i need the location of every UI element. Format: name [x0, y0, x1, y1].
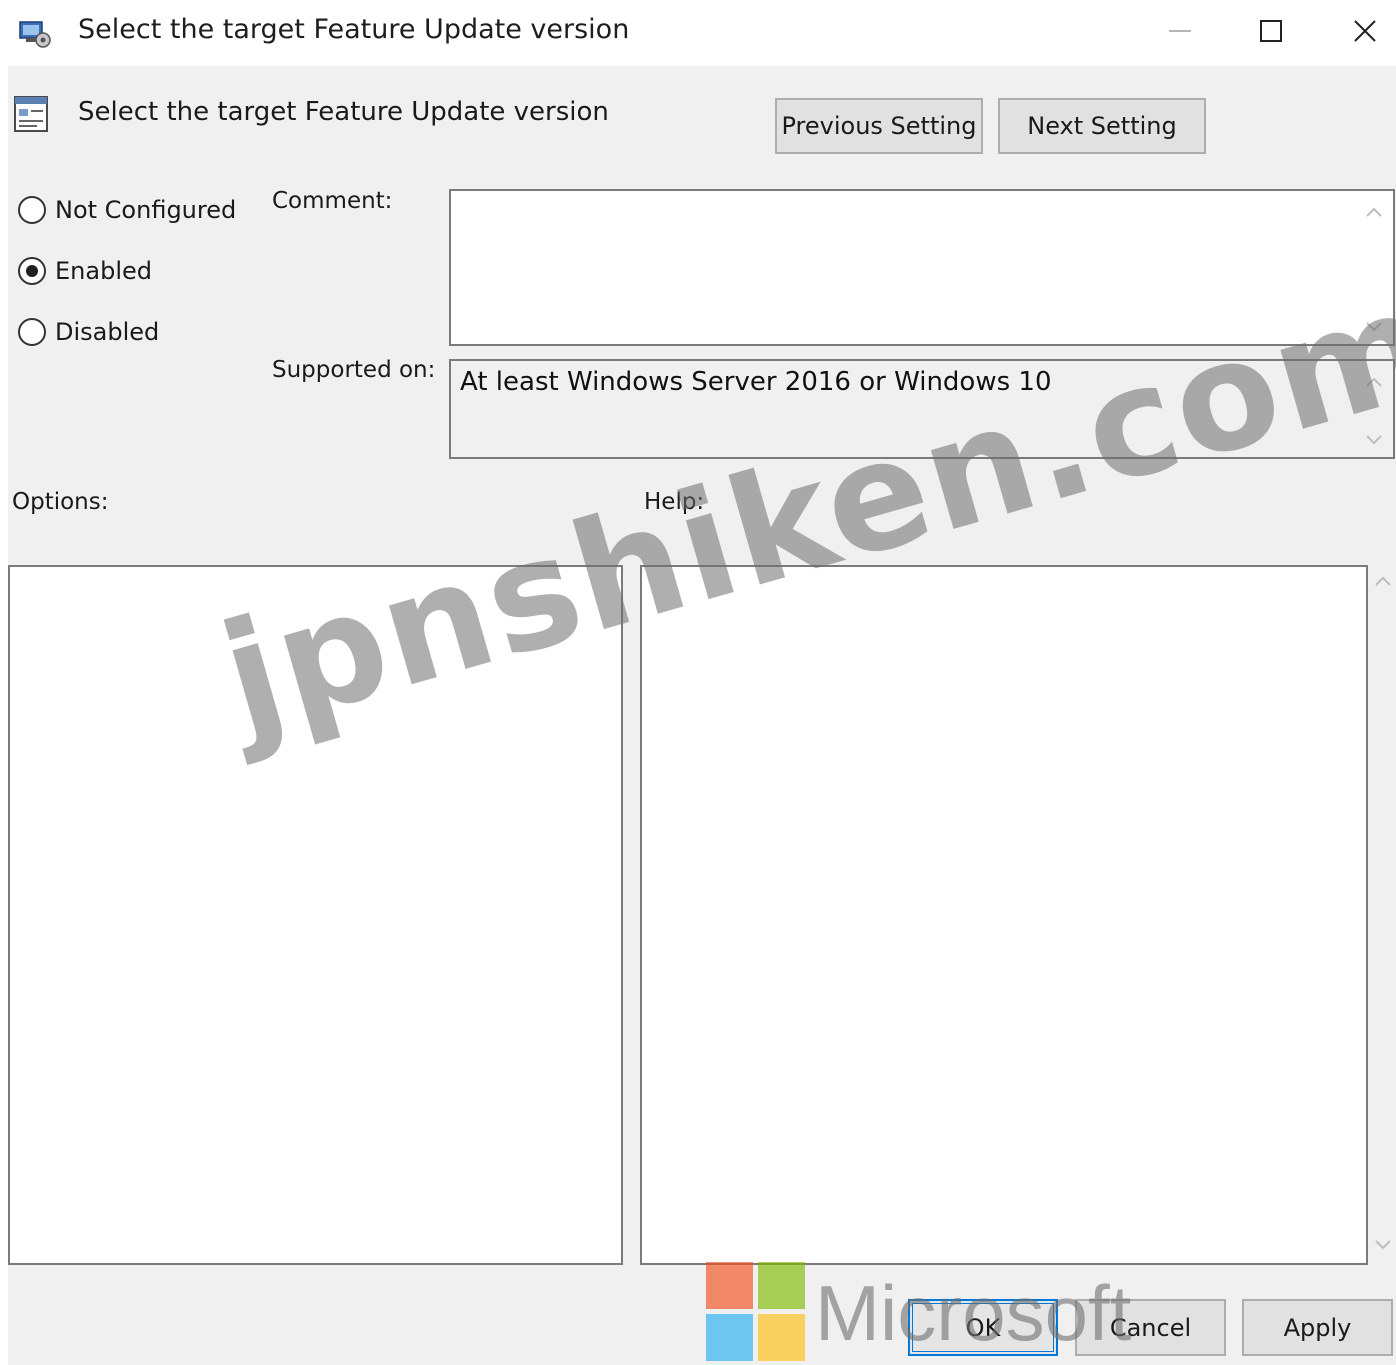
- previous-setting-button[interactable]: Previous Setting: [775, 98, 983, 154]
- supported-on-field: At least Windows Server 2016 or Windows …: [449, 359, 1395, 459]
- apply-button[interactable]: Apply: [1242, 1299, 1393, 1356]
- close-icon: [1354, 20, 1376, 42]
- minimize-icon: [1169, 30, 1191, 32]
- radio-not-configured[interactable]: Not Configured: [18, 196, 236, 224]
- close-button[interactable]: [1335, 8, 1395, 54]
- options-panel: [8, 565, 623, 1265]
- scroll-up-icon[interactable]: [1374, 574, 1392, 588]
- comment-textarea[interactable]: [449, 189, 1395, 346]
- window-title: Select the target Feature Update version: [78, 14, 630, 45]
- maximize-button[interactable]: [1241, 8, 1301, 54]
- maximize-icon: [1260, 20, 1282, 42]
- help-label: Help:: [644, 489, 705, 515]
- radio-circle-selected[interactable]: [18, 257, 46, 285]
- policy-setting-icon: [14, 96, 48, 132]
- scroll-down-icon[interactable]: [1365, 320, 1383, 334]
- cancel-button[interactable]: Cancel: [1075, 1299, 1226, 1356]
- scroll-down-icon[interactable]: [1374, 1238, 1392, 1252]
- supported-on-value: At least Windows Server 2016 or Windows …: [460, 367, 1052, 397]
- title-bar: Select the target Feature Update version: [0, 0, 1396, 66]
- radio-circle[interactable]: [18, 196, 46, 224]
- scroll-up-icon[interactable]: [1365, 375, 1383, 389]
- radio-label: Enabled: [55, 257, 152, 285]
- next-setting-button[interactable]: Next Setting: [998, 98, 1206, 154]
- comment-label: Comment:: [272, 188, 393, 214]
- radio-disabled[interactable]: Disabled: [18, 318, 159, 346]
- options-label: Options:: [12, 489, 109, 515]
- minimize-button[interactable]: [1150, 8, 1210, 54]
- radio-enabled[interactable]: Enabled: [18, 257, 152, 285]
- help-panel: [640, 565, 1368, 1265]
- radio-circle[interactable]: [18, 318, 46, 346]
- scroll-up-icon[interactable]: [1365, 205, 1383, 219]
- policy-dialog: Select the target Feature Update version…: [8, 66, 1396, 1365]
- policy-title: Select the target Feature Update version: [78, 97, 609, 127]
- radio-label: Disabled: [55, 318, 160, 346]
- group-policy-app-icon: [19, 21, 51, 48]
- ok-button[interactable]: OK: [908, 1299, 1058, 1356]
- radio-label: Not Configured: [55, 196, 237, 224]
- scroll-down-icon[interactable]: [1365, 433, 1383, 447]
- supported-on-label: Supported on:: [272, 357, 436, 383]
